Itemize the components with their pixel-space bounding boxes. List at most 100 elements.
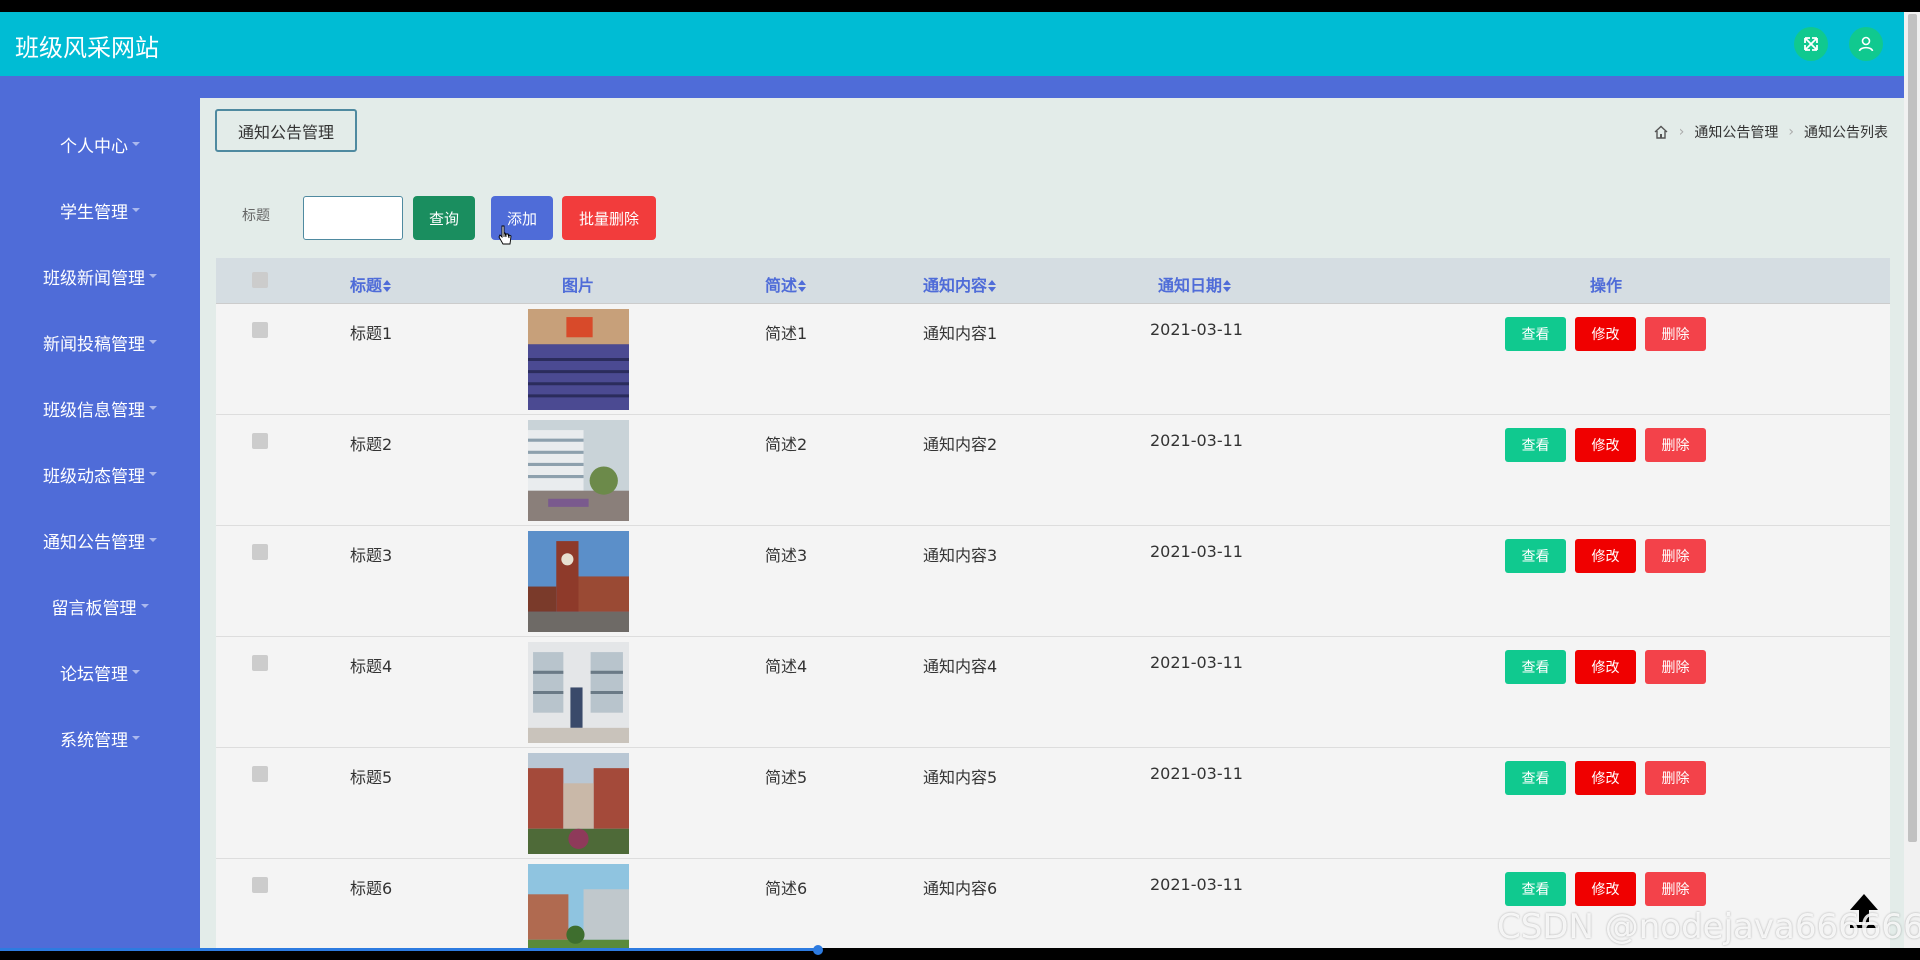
view-button[interactable]: 查看 <box>1505 761 1566 795</box>
chevron-down-icon <box>132 736 140 740</box>
breadcrumb-item[interactable]: 通知公告管理 <box>1694 122 1778 142</box>
view-button[interactable]: 查看 <box>1505 317 1566 351</box>
sort-icon <box>798 280 807 292</box>
edit-button[interactable]: 修改 <box>1575 317 1636 351</box>
edit-button[interactable]: 修改 <box>1575 428 1636 462</box>
cell-date: 2021-03-11 <box>1150 653 1243 672</box>
breadcrumb-separator: › <box>1678 124 1685 140</box>
user-button[interactable] <box>1849 27 1883 61</box>
cell-title: 标题6 <box>350 879 393 898</box>
table-header: 标题 图片 简述 通知内容 通知日期 操作 <box>216 258 1890 304</box>
cell-content: 通知内容1 <box>923 324 998 343</box>
page-title-tag[interactable]: 通知公告管理 <box>215 109 357 152</box>
delete-button[interactable]: 删除 <box>1645 317 1706 351</box>
scrollbar-thumb[interactable] <box>1908 14 1917 842</box>
main-content: 通知公告管理 › 通知公告管理 › 通知公告列表 标题 查询 添加 批量删除 标… <box>200 98 1904 948</box>
column-header-content[interactable]: 通知内容 <box>923 272 997 296</box>
sidebar-item-students[interactable]: 学生管理 <box>0 190 200 230</box>
cell-content: 通知内容6 <box>923 879 998 898</box>
search-title-label: 标题 <box>242 208 270 224</box>
sidebar-item-label: 新闻投稿管理 <box>43 334 145 355</box>
delete-button[interactable]: 删除 <box>1645 761 1706 795</box>
table-row: 标题3 简述3 通知内容3 2021-03-11 查看 修改 删除 <box>216 526 1890 637</box>
row-checkbox[interactable] <box>252 322 268 338</box>
sort-icon <box>988 280 997 292</box>
cell-title: 标题2 <box>350 435 393 454</box>
search-title-input[interactable] <box>303 196 403 240</box>
view-button[interactable]: 查看 <box>1505 539 1566 573</box>
column-header-title[interactable]: 标题 <box>350 272 392 296</box>
sidebar-item-label: 系统管理 <box>60 730 128 751</box>
sidebar-item-message-board[interactable]: 留言板管理 <box>0 586 200 626</box>
chevron-down-icon <box>149 340 157 344</box>
notice-image-campus-building <box>528 420 629 521</box>
cell-title: 标题1 <box>350 324 393 343</box>
app-frame: 班级风采网站 个人中心 学生管理 班级新闻管理 新闻投稿管理 班级信息管理 班级… <box>0 12 1920 948</box>
bulk-delete-button[interactable]: 批量删除 <box>562 196 656 240</box>
view-button[interactable]: 查看 <box>1505 650 1566 684</box>
chevron-down-icon <box>149 406 157 410</box>
cell-summary: 简述1 <box>765 324 808 343</box>
column-header-image: 图片 <box>562 276 595 295</box>
video-progress-handle[interactable] <box>813 945 823 955</box>
sidebar-item-system[interactable]: 系统管理 <box>0 718 200 758</box>
chevron-down-icon <box>140 604 149 608</box>
column-header-date[interactable]: 通知日期 <box>1158 272 1232 296</box>
row-checkbox[interactable] <box>252 433 268 449</box>
row-checkbox[interactable] <box>252 766 268 782</box>
view-button[interactable]: 查看 <box>1505 872 1566 906</box>
delete-button[interactable]: 删除 <box>1645 872 1706 906</box>
sidebar-item-class-news[interactable]: 班级新闻管理 <box>0 256 200 296</box>
view-button[interactable]: 查看 <box>1505 428 1566 462</box>
delete-button[interactable]: 删除 <box>1645 539 1706 573</box>
cell-title: 标题4 <box>350 657 393 676</box>
row-checkbox[interactable] <box>252 877 268 893</box>
row-checkbox[interactable] <box>252 544 268 560</box>
sidebar-item-class-info[interactable]: 班级信息管理 <box>0 388 200 428</box>
select-all-checkbox[interactable] <box>252 272 268 288</box>
sidebar-item-forum[interactable]: 论坛管理 <box>0 652 200 692</box>
delete-button[interactable]: 删除 <box>1645 428 1706 462</box>
column-header-summary[interactable]: 简述 <box>765 272 807 296</box>
home-icon[interactable] <box>1653 124 1669 140</box>
table-row: 标题1 简述1 通知内容1 2021-03-11 查看 修改 删除 <box>216 304 1890 415</box>
column-header-label: 标题 <box>350 276 383 295</box>
query-button[interactable]: 查询 <box>413 196 475 240</box>
edit-button[interactable]: 修改 <box>1575 650 1636 684</box>
header-strip <box>0 76 1904 98</box>
cell-summary: 简述2 <box>765 435 808 454</box>
sort-icon <box>383 280 392 292</box>
notice-image-clock-tower <box>528 531 629 632</box>
notice-image-dormitory <box>528 642 629 743</box>
cell-content: 通知内容3 <box>923 546 998 565</box>
edit-button[interactable]: 修改 <box>1575 761 1636 795</box>
cell-content: 通知内容2 <box>923 435 998 454</box>
watermark-text: CSDN @nodejava666666 <box>1497 907 1920 947</box>
fullscreen-button[interactable] <box>1794 27 1828 61</box>
sidebar-item-label: 通知公告管理 <box>43 532 145 553</box>
column-header-label: 通知日期 <box>1158 276 1223 295</box>
cell-content: 通知内容4 <box>923 657 998 676</box>
sidebar-item-news-submission[interactable]: 新闻投稿管理 <box>0 322 200 362</box>
row-checkbox[interactable] <box>252 655 268 671</box>
cell-summary: 简述6 <box>765 879 808 898</box>
table-row: 标题4 简述4 通知内容4 2021-03-11 查看 修改 删除 <box>216 637 1890 748</box>
sidebar-item-label: 论坛管理 <box>60 664 128 685</box>
sidebar-item-label: 个人中心 <box>60 136 128 157</box>
sidebar-item-notices[interactable]: 通知公告管理 <box>0 520 200 560</box>
sidebar-item-class-updates[interactable]: 班级动态管理 <box>0 454 200 494</box>
cell-date: 2021-03-11 <box>1150 764 1243 783</box>
chevron-down-icon <box>149 472 157 476</box>
cell-summary: 简述3 <box>765 546 808 565</box>
notice-image-courtyard <box>528 864 629 948</box>
table-row: 标题5 简述5 通知内容5 2021-03-11 查看 修改 删除 <box>216 748 1890 859</box>
page-scrollbar[interactable] <box>1904 12 1920 948</box>
sidebar-item-personal-center[interactable]: 个人中心 <box>0 124 200 164</box>
breadcrumb-separator: › <box>1788 124 1794 140</box>
breadcrumb-item: 通知公告列表 <box>1804 125 1888 141</box>
edit-button[interactable]: 修改 <box>1575 539 1636 573</box>
cell-title: 标题5 <box>350 768 393 787</box>
delete-button[interactable]: 删除 <box>1645 650 1706 684</box>
edit-button[interactable]: 修改 <box>1575 872 1636 906</box>
sort-icon <box>1223 280 1232 292</box>
